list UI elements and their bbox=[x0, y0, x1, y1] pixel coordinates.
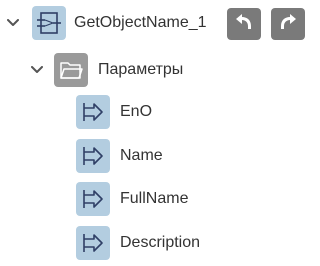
output-param-icon bbox=[76, 182, 110, 216]
tree-node-root[interactable]: GetObjectName_1 bbox=[6, 6, 207, 40]
tree-node-param[interactable]: EnO bbox=[76, 95, 152, 129]
chevron-down-icon[interactable] bbox=[30, 63, 44, 77]
folder-icon bbox=[54, 53, 88, 87]
forward-arrow-icon bbox=[277, 12, 299, 37]
tree-node-folder[interactable]: Параметры bbox=[30, 53, 183, 87]
output-param-icon bbox=[76, 95, 110, 129]
back-button[interactable] bbox=[227, 8, 261, 40]
root-node-label: GetObjectName_1 bbox=[74, 14, 207, 31]
chevron-down-icon[interactable] bbox=[6, 16, 20, 30]
tree-node-param[interactable]: FullName bbox=[76, 182, 188, 216]
param-label: FullName bbox=[120, 190, 189, 207]
param-label: Name bbox=[120, 147, 163, 164]
param-label: Description bbox=[120, 234, 201, 251]
param-label: EnO bbox=[120, 103, 153, 120]
forward-button[interactable] bbox=[271, 8, 305, 40]
output-param-icon bbox=[76, 226, 110, 260]
back-arrow-icon bbox=[233, 12, 255, 37]
folder-node-label: Параметры bbox=[98, 61, 184, 78]
output-param-icon bbox=[76, 139, 110, 173]
tree-node-param[interactable]: Name bbox=[76, 139, 163, 173]
tree-node-param[interactable]: Description bbox=[76, 226, 200, 260]
function-block-icon bbox=[32, 6, 66, 40]
